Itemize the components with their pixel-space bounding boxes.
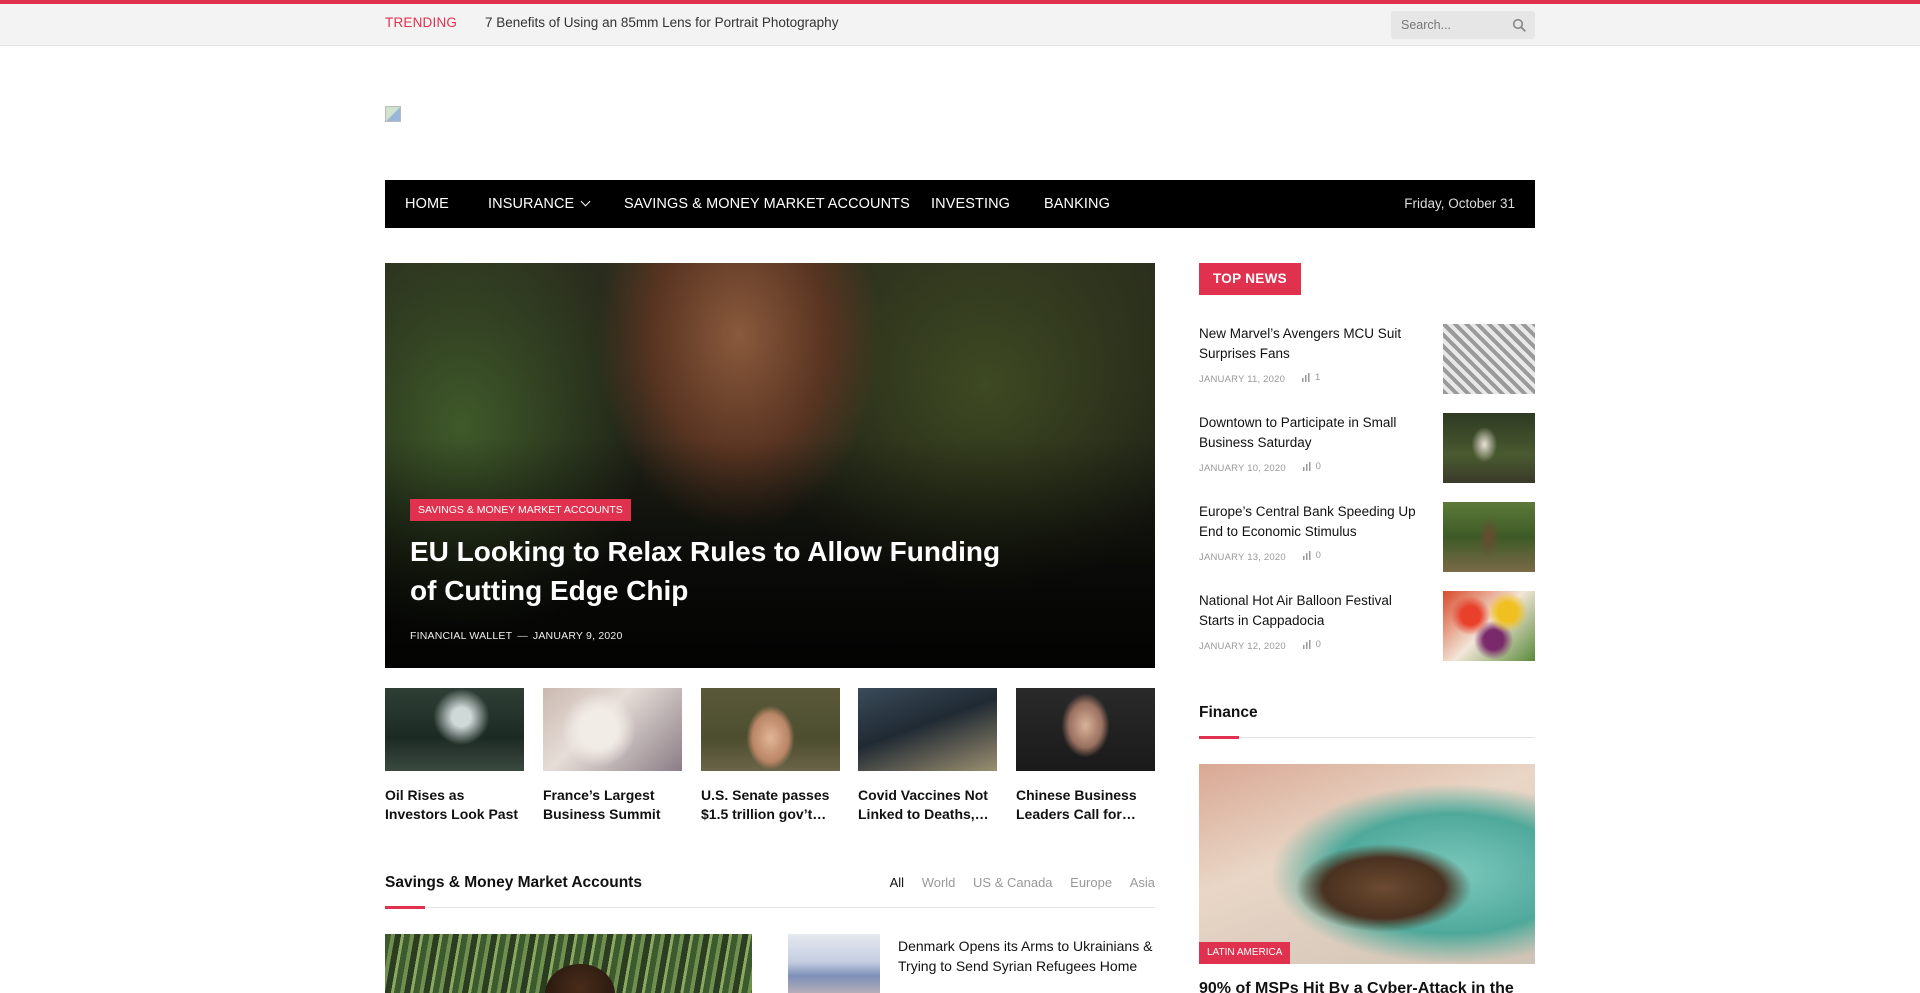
top-news-date: JANUARY 10, 2020 bbox=[1199, 463, 1286, 474]
article-card[interactable]: Covid Vaccines Not Linked to Deaths,… bbox=[858, 688, 997, 824]
nav-item-label: INSURANCE bbox=[488, 196, 575, 212]
search-input[interactable] bbox=[1401, 11, 1511, 39]
top-news-item[interactable]: Europe’s Central Bank Speeding Up End to… bbox=[1199, 502, 1535, 572]
article-card[interactable]: Oil Rises as Investors Look Past Possibl… bbox=[385, 688, 524, 824]
views-count: 0 bbox=[1302, 639, 1322, 650]
top-news-date: JANUARY 11, 2020 bbox=[1199, 374, 1286, 385]
article-title[interactable]: Oil Rises as Investors Look Past Possibl… bbox=[385, 786, 524, 824]
top-news-title[interactable]: Europe’s Central Bank Speeding Up End to… bbox=[1199, 502, 1424, 542]
views-count: 0 bbox=[1302, 550, 1322, 561]
article-title[interactable]: France’s Largest Business Summit to… bbox=[543, 786, 682, 824]
views-value: 0 bbox=[1315, 639, 1322, 650]
hero-meta: FINANCIAL WALLET — JANUARY 9, 2020 bbox=[410, 630, 623, 642]
bar-chart-icon bbox=[1301, 373, 1310, 382]
views-value: 0 bbox=[1315, 550, 1322, 561]
section-underline bbox=[385, 906, 425, 909]
top-news-item[interactable]: Downtown to Participate in Small Busines… bbox=[1199, 413, 1535, 483]
article-title[interactable]: U.S. Senate passes $1.5 trillion gov’t… bbox=[701, 786, 840, 824]
trending-label: TRENDING bbox=[385, 15, 458, 30]
top-news-meta: JANUARY 13, 2020 0 bbox=[1199, 550, 1321, 563]
section-header-finance: Finance bbox=[1199, 704, 1535, 739]
top-news-meta: JANUARY 11, 2020 1 bbox=[1199, 372, 1320, 385]
top-news-thumbnail[interactable] bbox=[1443, 324, 1535, 394]
nav-item-savings[interactable]: SAVINGS & MONEY MARKET ACCOUNTS bbox=[624, 180, 910, 228]
article-thumbnail[interactable] bbox=[385, 688, 524, 771]
hero-article[interactable]: SAVINGS & MONEY MARKET ACCOUNTS EU Looki… bbox=[385, 263, 1155, 668]
top-news-thumbnail[interactable] bbox=[1443, 591, 1535, 661]
side-article-title[interactable]: Denmark Opens its Arms to Ukrainians & T… bbox=[898, 936, 1158, 976]
tab-world[interactable]: World bbox=[922, 875, 956, 890]
top-news-title[interactable]: New Marvel’s Avengers MCU Suit Surprises… bbox=[1199, 324, 1424, 364]
tab-asia[interactable]: Asia bbox=[1130, 875, 1155, 890]
hero-category-badge[interactable]: SAVINGS & MONEY MARKET ACCOUNTS bbox=[410, 499, 631, 521]
article-thumbnail[interactable] bbox=[1016, 688, 1155, 771]
top-bar: TRENDING 7 Benefits of Using an 85mm Len… bbox=[0, 0, 1920, 46]
article-card[interactable]: Chinese Business Leaders Call for… bbox=[1016, 688, 1155, 824]
top-news-date: JANUARY 12, 2020 bbox=[1199, 641, 1286, 652]
finance-headline[interactable]: 90% of MSPs Hit By a Cyber-Attack in the bbox=[1199, 980, 1535, 993]
top-news-thumbnail[interactable] bbox=[1443, 502, 1535, 572]
article-thumbnail[interactable] bbox=[701, 688, 840, 771]
current-date: Friday, October 31 bbox=[1404, 196, 1515, 211]
top-news-title[interactable]: Downtown to Participate in Small Busines… bbox=[1199, 413, 1424, 453]
views-count: 0 bbox=[1302, 461, 1322, 472]
top-news-title[interactable]: National Hot Air Balloon Festival Starts… bbox=[1199, 591, 1424, 631]
featured-article-thumbnail[interactable] bbox=[385, 934, 752, 993]
top-news-meta: JANUARY 12, 2020 0 bbox=[1199, 639, 1321, 652]
hero-meta-separator: — bbox=[517, 630, 528, 642]
article-title[interactable]: Chinese Business Leaders Call for… bbox=[1016, 786, 1155, 824]
section-header-savings: Savings & Money Market Accounts All Worl… bbox=[385, 874, 1155, 909]
trending-article-link[interactable]: 7 Benefits of Using an 85mm Lens for Por… bbox=[485, 15, 838, 30]
site-logo[interactable] bbox=[385, 106, 401, 122]
finance-category-badge[interactable]: LATIN AMERICA bbox=[1199, 942, 1291, 964]
top-news-thumbnail[interactable] bbox=[1443, 413, 1535, 483]
article-card[interactable]: U.S. Senate passes $1.5 trillion gov’t… bbox=[701, 688, 840, 824]
nav-item-insurance[interactable]: INSURANCE bbox=[488, 180, 591, 228]
hero-author[interactable]: FINANCIAL WALLET bbox=[410, 630, 512, 642]
article-card[interactable]: France’s Largest Business Summit to… bbox=[543, 688, 682, 824]
search-box bbox=[1391, 11, 1535, 39]
top-news-date: JANUARY 13, 2020 bbox=[1199, 552, 1286, 563]
section-filter-tabs: All World US & Canada Europe Asia bbox=[876, 875, 1155, 890]
top-news-item[interactable]: New Marvel’s Avengers MCU Suit Surprises… bbox=[1199, 324, 1535, 394]
tab-us-canada[interactable]: US & Canada bbox=[973, 875, 1053, 890]
views-value: 0 bbox=[1315, 461, 1322, 472]
article-thumbnail[interactable] bbox=[858, 688, 997, 771]
side-article-thumbnail[interactable] bbox=[788, 934, 880, 993]
thumbnail-subject bbox=[545, 964, 615, 993]
hero-title[interactable]: EU Looking to Relax Rules to Allow Fundi… bbox=[410, 532, 1030, 610]
bar-chart-icon bbox=[1302, 640, 1311, 649]
views-value: 1 bbox=[1314, 372, 1321, 383]
section-underline bbox=[1199, 736, 1239, 739]
article-thumbnail[interactable] bbox=[543, 688, 682, 771]
tab-europe[interactable]: Europe bbox=[1070, 875, 1112, 890]
finance-featured-image[interactable]: LATIN AMERICA bbox=[1199, 764, 1535, 964]
views-count: 1 bbox=[1301, 372, 1321, 383]
main-nav: HOME INSURANCE SAVINGS & MONEY MARKET AC… bbox=[385, 180, 1535, 228]
section-title[interactable]: Savings & Money Market Accounts bbox=[385, 874, 642, 892]
search-icon[interactable] bbox=[1512, 18, 1526, 32]
section-title[interactable]: Finance bbox=[1199, 704, 1258, 721]
bar-chart-icon bbox=[1302, 462, 1311, 471]
bar-chart-icon bbox=[1302, 551, 1311, 560]
tab-all[interactable]: All bbox=[890, 875, 904, 890]
nav-item-home[interactable]: HOME bbox=[405, 180, 449, 228]
nav-item-banking[interactable]: BANKING bbox=[1044, 180, 1110, 228]
article-title[interactable]: Covid Vaccines Not Linked to Deaths,… bbox=[858, 786, 997, 824]
hero-date: JANUARY 9, 2020 bbox=[532, 630, 623, 642]
top-news-label: TOP NEWS bbox=[1199, 263, 1301, 295]
nav-item-investing[interactable]: INVESTING bbox=[931, 180, 1010, 228]
top-news-item[interactable]: National Hot Air Balloon Festival Starts… bbox=[1199, 591, 1535, 661]
chevron-down-icon bbox=[580, 196, 591, 207]
top-news-meta: JANUARY 10, 2020 0 bbox=[1199, 461, 1321, 474]
